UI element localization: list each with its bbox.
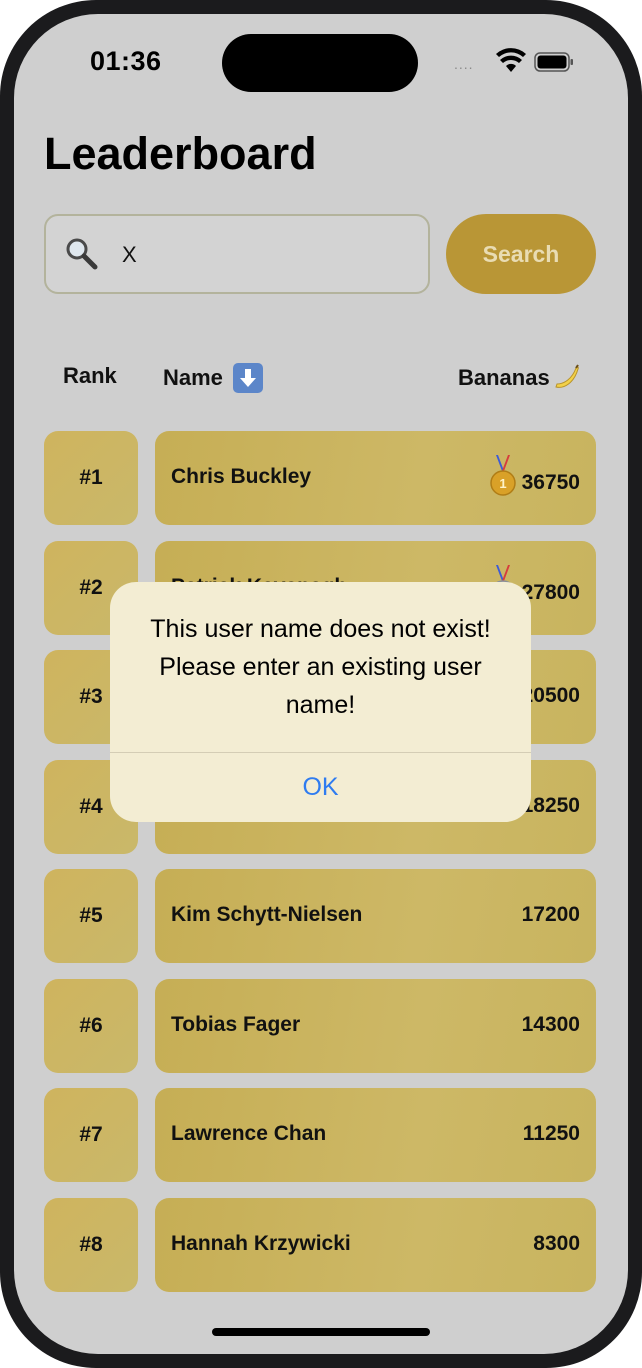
leaderboard-row[interactable]: #5 Kim Schytt-Nielsen 17200	[44, 869, 596, 963]
battery-icon	[534, 52, 573, 72]
banana-count: 17200	[521, 903, 580, 926]
leaderboard-row[interactable]: #8 Hannah Krzywicki 8300	[44, 1198, 596, 1292]
rank-cell: #8	[44, 1198, 138, 1292]
svg-text:1: 1	[499, 476, 506, 491]
column-header-rank: Rank	[63, 363, 117, 388]
search-button[interactable]: Search	[446, 214, 596, 294]
player-cell: Lawrence Chan 11250	[155, 1088, 596, 1182]
error-alert: This user name does not exist! Please en…	[110, 582, 531, 822]
alert-ok-button[interactable]: OK	[110, 753, 531, 822]
column-header-name[interactable]: Name	[163, 363, 263, 393]
status-time: 01:36	[90, 46, 162, 76]
rank-cell: #5	[44, 869, 138, 963]
leaderboard-row[interactable]: #6 Tobias Fager 14300	[44, 979, 596, 1073]
player-name: Tobias Fager	[171, 1013, 301, 1036]
rank-cell: #1	[44, 431, 138, 525]
player-cell: Hannah Krzywicki 8300	[155, 1198, 596, 1292]
gold-medal-icon: 1	[490, 455, 516, 496]
alert-message: This user name does not exist! Please en…	[150, 615, 491, 719]
player-name: Hannah Krzywicki	[171, 1232, 351, 1255]
player-cell: Kim Schytt-Nielsen 17200	[155, 869, 596, 963]
screen: 01:36 .... Leaderboard X Search Rank Nam…	[14, 14, 628, 1354]
wifi-icon	[496, 48, 526, 72]
banana-count: 11250	[522, 1122, 580, 1145]
phone-frame: 01:36 .... Leaderboard X Search Rank Nam…	[0, 0, 642, 1368]
home-indicator[interactable]	[212, 1328, 430, 1336]
column-header-name-label: Name	[163, 365, 223, 390]
page-title: Leaderboard	[44, 128, 317, 179]
banana-icon	[555, 364, 579, 388]
column-header-bananas-label: Bananas	[458, 365, 550, 390]
player-cell: Tobias Fager 14300	[155, 979, 596, 1073]
rank-cell: #6	[44, 979, 138, 1073]
magnifier-icon	[66, 238, 98, 270]
banana-count: 8300	[533, 1232, 580, 1255]
banana-count: 14300	[521, 1013, 580, 1036]
player-cell: Chris Buckley 1 36750	[155, 431, 596, 525]
cellular-signal-icon: ....	[454, 56, 474, 72]
leaderboard-row[interactable]: #7 Lawrence Chan 11250	[44, 1088, 596, 1182]
search-value[interactable]: X	[122, 242, 137, 268]
column-header-bananas[interactable]: Bananas	[458, 363, 582, 393]
arrow-down-icon[interactable]	[232, 363, 263, 393]
banana-count: 36750	[521, 471, 580, 494]
dynamic-island	[222, 34, 418, 92]
rank-cell: #7	[44, 1088, 138, 1182]
player-name: Kim Schytt-Nielsen	[171, 903, 363, 926]
player-name: Chris Buckley	[171, 465, 312, 488]
search-input[interactable]: X	[44, 214, 430, 294]
player-name: Lawrence Chan	[171, 1122, 327, 1145]
leaderboard-row[interactable]: #1 Chris Buckley 1 36750	[44, 431, 596, 525]
